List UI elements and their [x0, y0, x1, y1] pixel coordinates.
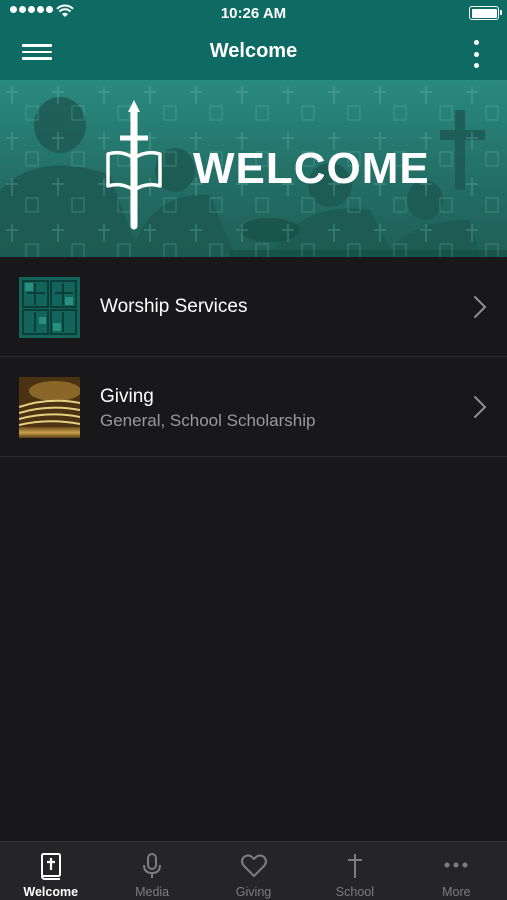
- banner-welcome-text: WELCOME: [193, 144, 430, 193]
- chevron-right-icon: [474, 296, 487, 318]
- tab-school[interactable]: School: [304, 842, 405, 900]
- tab-welcome[interactable]: Welcome: [0, 842, 101, 900]
- stained-glass-thumbnail: [19, 277, 80, 338]
- list-item-title: Giving: [100, 386, 154, 407]
- offering-plate-thumbnail: [19, 377, 80, 438]
- heart-icon: [240, 854, 267, 877]
- cross-icon: [347, 854, 362, 878]
- content-list: Worship Services Giving General, School …: [0, 257, 507, 457]
- list-item-title: Worship Services: [100, 296, 248, 317]
- tab-label: School: [335, 885, 375, 899]
- tab-more[interactable]: More: [406, 842, 507, 900]
- tab-giving[interactable]: Giving: [203, 842, 304, 900]
- list-item-subtitle: General, School Scholarship: [100, 411, 316, 430]
- tab-label: Media: [135, 885, 170, 899]
- battery-icon: [469, 6, 502, 20]
- navigation-bar: Welcome: [0, 26, 507, 80]
- chevron-right-icon: [474, 396, 487, 418]
- welcome-banner: WELCOME: [0, 80, 507, 257]
- list-item-giving[interactable]: Giving General, School Scholarship: [0, 357, 507, 457]
- ellipsis-icon: [444, 862, 468, 868]
- status-bar: 10:26 AM: [0, 0, 507, 26]
- tab-label: More: [442, 885, 471, 899]
- top-bar: 10:26 AM Welcome: [0, 0, 507, 80]
- tab-label: Giving: [235, 885, 272, 899]
- tab-bar: Welcome Media Giving School More: [0, 841, 507, 900]
- status-time: 10:26 AM: [220, 5, 287, 22]
- page-title: Welcome: [209, 40, 298, 62]
- microphone-icon: [143, 853, 162, 878]
- list-item-worship-services[interactable]: Worship Services: [0, 257, 507, 357]
- tab-media[interactable]: Media: [101, 842, 202, 900]
- tab-label: Welcome: [23, 885, 79, 899]
- vertical-ellipsis-icon[interactable]: [471, 40, 481, 68]
- bible-icon: [40, 853, 61, 880]
